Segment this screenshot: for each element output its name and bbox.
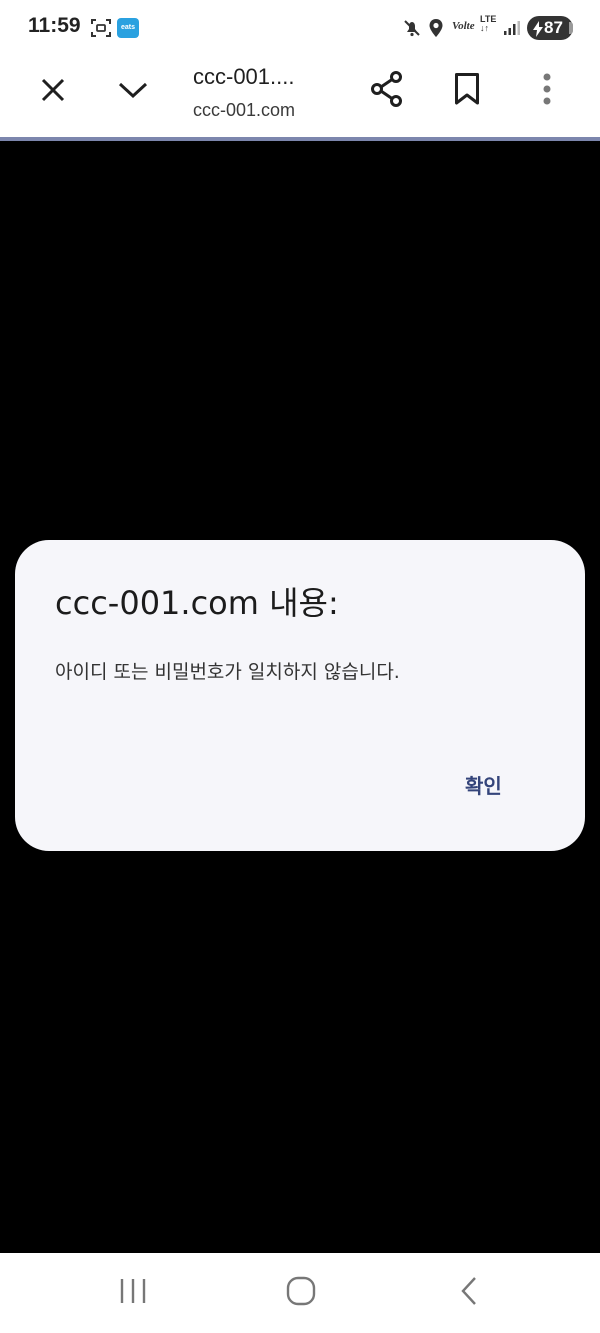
eats-app-icon: eats <box>117 18 139 38</box>
home-button[interactable] <box>271 1271 331 1315</box>
dialog-message: 아이디 또는 비밀번호가 일치하지 않습니다. <box>55 661 400 683</box>
share-icon <box>370 71 404 111</box>
battery-charging-icon: 87 <box>527 16 573 40</box>
recent-apps-icon <box>118 1277 148 1309</box>
status-time: 11:59 <box>28 14 81 37</box>
status-bar: 11:59 eats Volte LTE ↓↑ 87 <box>0 0 600 56</box>
dialog-title: ccc-001.com 내용: <box>55 584 339 622</box>
more-options-button[interactable] <box>524 68 570 114</box>
close-icon <box>40 77 66 107</box>
bookmark-button[interactable] <box>444 68 490 114</box>
back-button[interactable] <box>439 1271 499 1315</box>
signal-icon <box>503 20 521 40</box>
lte-label: LTE <box>480 14 497 24</box>
home-icon <box>286 1276 316 1310</box>
volte-icon: Volte <box>452 20 475 32</box>
mute-icon <box>402 18 422 42</box>
back-icon <box>459 1276 479 1310</box>
battery-percent: 87 <box>544 18 563 37</box>
screenshot-icon <box>90 17 112 43</box>
chevron-down-icon <box>117 80 149 104</box>
navigation-bar <box>0 1253 600 1333</box>
bolt-icon <box>533 20 543 44</box>
ok-button[interactable]: 확인 <box>453 766 514 803</box>
more-vert-icon <box>542 73 552 109</box>
lte-icon: LTE ↓↑ <box>480 14 497 33</box>
minimize-button[interactable] <box>110 70 156 114</box>
location-icon <box>428 18 444 42</box>
battery-tip <box>569 22 573 34</box>
close-button[interactable] <box>30 70 76 114</box>
bookmark-icon <box>454 72 480 110</box>
page-title[interactable]: ccc-001.... <box>193 64 328 90</box>
share-button[interactable] <box>364 68 410 114</box>
page-url[interactable]: ccc-001.com <box>193 100 333 121</box>
alert-dialog: ccc-001.com 내용: 아이디 또는 비밀번호가 일치하지 않습니다. … <box>15 540 585 851</box>
recent-apps-button[interactable] <box>103 1271 163 1315</box>
